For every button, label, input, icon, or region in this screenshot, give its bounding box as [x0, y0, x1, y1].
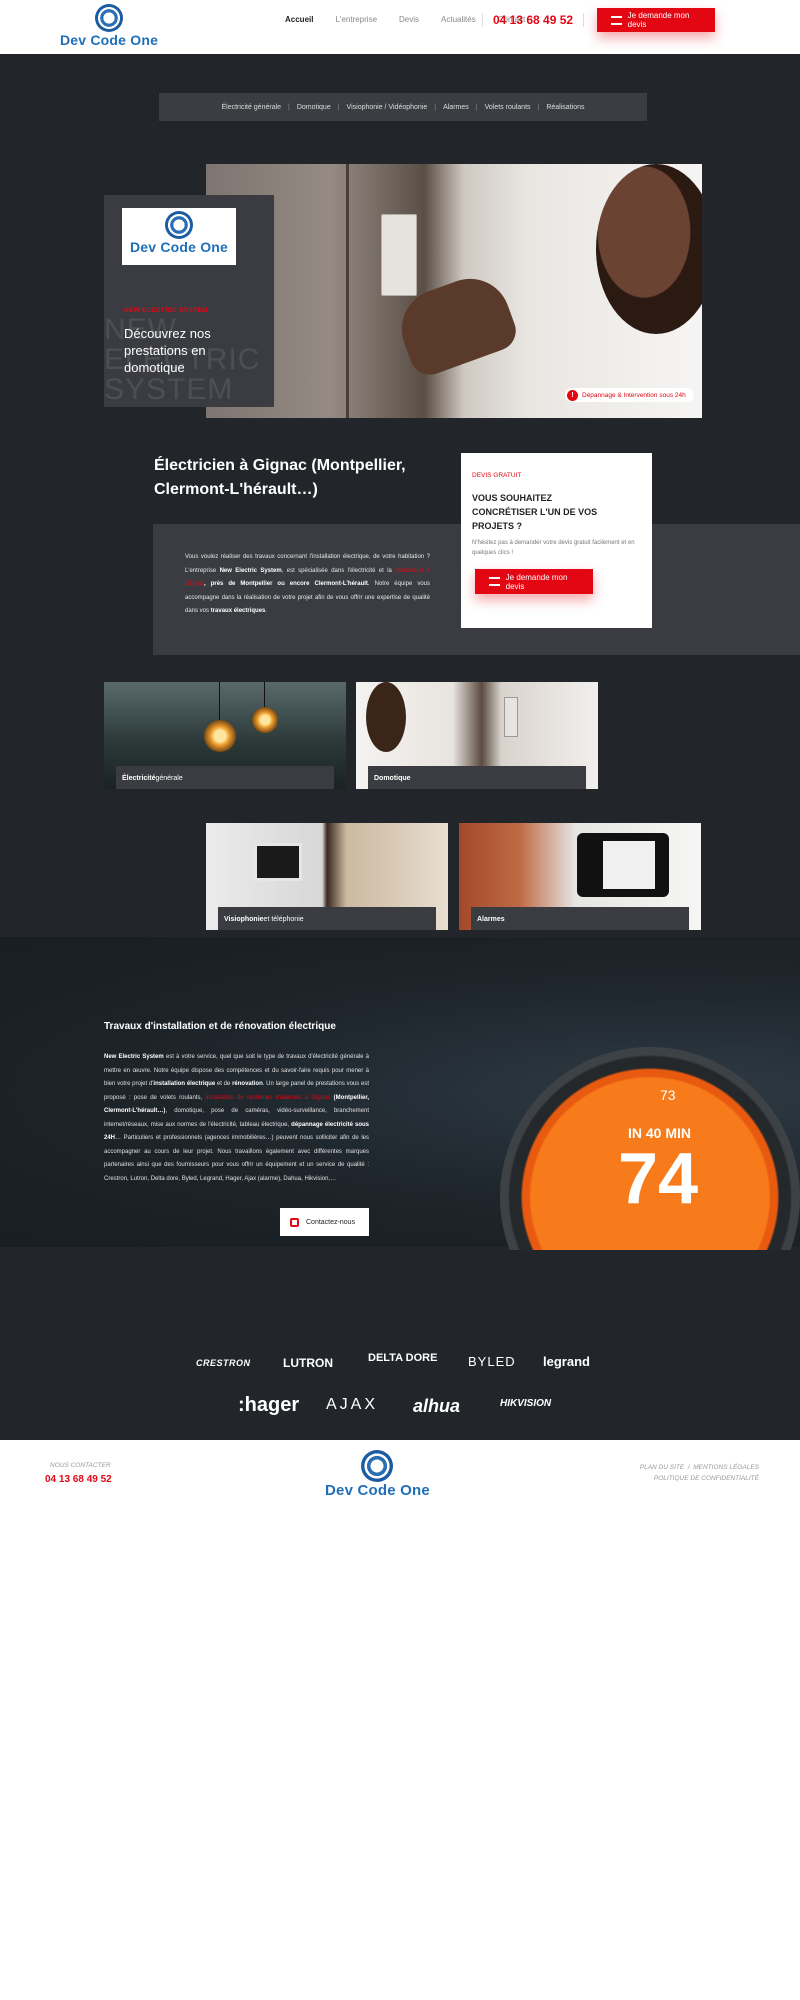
logo-ring-icon	[355, 1447, 394, 1482]
dial-small-value: 73	[660, 1087, 676, 1103]
service-label-alarmes: Alarmes	[471, 907, 689, 930]
brand-logo-ajax: AJAX	[326, 1396, 379, 1413]
devis-card: DEVIS GRATUIT VOUS SOUHAITEZ CONCRÉTISER…	[461, 453, 652, 628]
site-header: Dev Code One Accueil L'entreprise Devis …	[0, 0, 800, 54]
nav-item-devis[interactable]: Devis	[388, 15, 430, 24]
site-logo[interactable]: Dev Code One	[60, 1, 159, 48]
footer-phone-link[interactable]: 04 13 68 49 52	[45, 1474, 112, 1485]
devis-title: VOUS SOUHAITEZ CONCRÉTISER L'UN DE VOS P…	[472, 493, 598, 531]
brand-logo-hager: :hager	[238, 1394, 300, 1416]
footer-link-mentions[interactable]: MENTIONS LÉGALES	[693, 1464, 759, 1471]
footer-logo[interactable]: Dev Code One	[325, 1447, 430, 1499]
brand-logo-lutron: LUTRON	[283, 1356, 333, 1370]
service-label-domotique: Domotique	[368, 766, 586, 789]
main-content: Électricité générale | Domotique | Visioph…	[0, 54, 800, 1494]
subnav-item-visiophonie[interactable]: Visiophonie / Vidéophonie	[347, 104, 428, 111]
dial-value: 74	[618, 1139, 699, 1219]
devis-text: N'hésitez pas à demander votre devis gra…	[472, 540, 635, 556]
devis-button[interactable]: Je demande mon devis	[475, 569, 593, 594]
subnav-item-alarmes[interactable]: Alarmes	[443, 104, 469, 111]
subnav-separator: |	[475, 103, 478, 111]
brand-logo-crestron: CRESTRON	[196, 1358, 251, 1368]
contact-button[interactable]: Contactez-nous	[280, 1208, 369, 1236]
renovation-section: 73 IN 40 MIN 74 Travaux d'installation e…	[0, 937, 800, 1347]
subnav-item-realisations[interactable]: Réalisations	[546, 104, 584, 111]
hero-logo-text: Dev Code One	[129, 239, 229, 255]
devis-kicker: DEVIS GRATUIT	[472, 472, 522, 479]
intercom-screen-shape	[254, 843, 302, 881]
subnav-separator: |	[288, 103, 290, 111]
brand-logo-dahua: alhua	[413, 1396, 461, 1416]
subnav-item-domotique[interactable]: Domotique	[297, 104, 331, 111]
site-footer: NOUS CONTACTER 04 13 68 49 52 Dev Code O…	[0, 1440, 800, 2000]
intro-title: Électricien à Gignac (Montpellier, Clerm…	[154, 457, 406, 498]
service-card-electricite[interactable]: Électricité générale	[104, 682, 346, 789]
lightbulb-icon	[252, 707, 278, 733]
subnav-separator: |	[537, 103, 540, 111]
service-label-visiophonie: Visiophonie et téléphonie	[218, 907, 436, 930]
brand-logo-legrand: legrand	[543, 1354, 590, 1369]
footer-link-plan[interactable]: PLAN DU SITE	[640, 1464, 684, 1471]
subnav-item-electricite[interactable]: Électricité générale	[222, 104, 282, 111]
nav-item-actualites[interactable]: Actualités	[430, 15, 487, 24]
woman-face-shape	[596, 164, 702, 334]
devis-button-label: Je demande mon devis	[505, 572, 568, 591]
footer-links: PLAN DU SITE / MENTIONS LÉGALES POLITIQU…	[639, 1464, 759, 1484]
hero-logo-box: Dev Code One	[122, 208, 236, 265]
alarm-panel-shape	[577, 833, 669, 897]
service-card-visiophonie[interactable]: Visiophonie et téléphonie	[206, 823, 448, 930]
phone-icon	[290, 1217, 299, 1227]
nav-item-accueil[interactable]: Accueil	[274, 15, 324, 24]
logo-text: Dev Code One	[60, 32, 159, 48]
renovation-title: Travaux d'installation et de rénovation …	[104, 1021, 336, 1032]
service-card-domotique[interactable]: Domotique	[356, 682, 598, 789]
alert-icon: !	[567, 389, 578, 401]
smart-switch-shape	[381, 214, 417, 296]
hero-card: Dev Code One NEW ELECTRIC SYSTEM NEW ELE…	[104, 195, 274, 407]
hero-kicker: NEW ELECTRIC SYSTEM	[124, 307, 208, 314]
hero-logo: Dev Code One	[122, 208, 236, 255]
service-card-alarmes[interactable]: Alarmes	[459, 823, 701, 930]
hero-badge-text: Dépannage & Intervention sous 24h	[582, 391, 686, 399]
hero-title: Découvrez nos prestations en domotique	[124, 326, 211, 375]
footer-logo-text: Dev Code One	[325, 1482, 430, 1499]
footer-contact-label: NOUS CONTACTER	[50, 1462, 111, 1469]
list-icon	[611, 15, 622, 25]
header-devis-label: Je demande mon devis	[627, 11, 690, 29]
brand-logo-byled: BYLED	[468, 1354, 516, 1369]
header-devis-button[interactable]: Je demande mon devis	[597, 8, 715, 32]
service-label-electricite: Électricité générale	[116, 766, 334, 789]
subnav-separator: |	[337, 103, 340, 111]
renovation-text: New Electric System est à votre service,…	[104, 1054, 369, 1182]
subnav-item-volets[interactable]: Volets roulants	[485, 104, 531, 111]
logo-ring-icon	[89, 1, 124, 35]
sub-nav: Électricité générale | Domotique | Visioph…	[159, 93, 647, 121]
brand-logo-hikvision: HIKVISION	[500, 1398, 552, 1409]
list-icon	[489, 577, 500, 586]
footer-link-confidentialite[interactable]: POLITIQUE DE CONFIDENTIALITÉ	[640, 1473, 759, 1484]
hero-intervention-badge: ! Dépannage & Intervention sous 24h	[565, 388, 694, 402]
lightbulb-icon	[204, 720, 236, 752]
header-phone-link[interactable]: 04 13 68 49 52	[482, 13, 585, 27]
subnav-separator: |	[434, 103, 437, 111]
brand-logo-delta-dore: DELTA DORE	[368, 1352, 438, 1364]
renovation-alarmes-link[interactable]: installation de systèmes d'alarmes à Gig…	[205, 1095, 330, 1101]
intro-text: Vous voulez réaliser des travaux concern…	[185, 554, 431, 614]
logo-ring-icon	[159, 208, 193, 242]
nav-item-entreprise[interactable]: L'entreprise	[324, 15, 388, 24]
contact-button-label: Contactez-nous	[306, 1218, 356, 1226]
smart-switch-shape	[504, 697, 518, 737]
